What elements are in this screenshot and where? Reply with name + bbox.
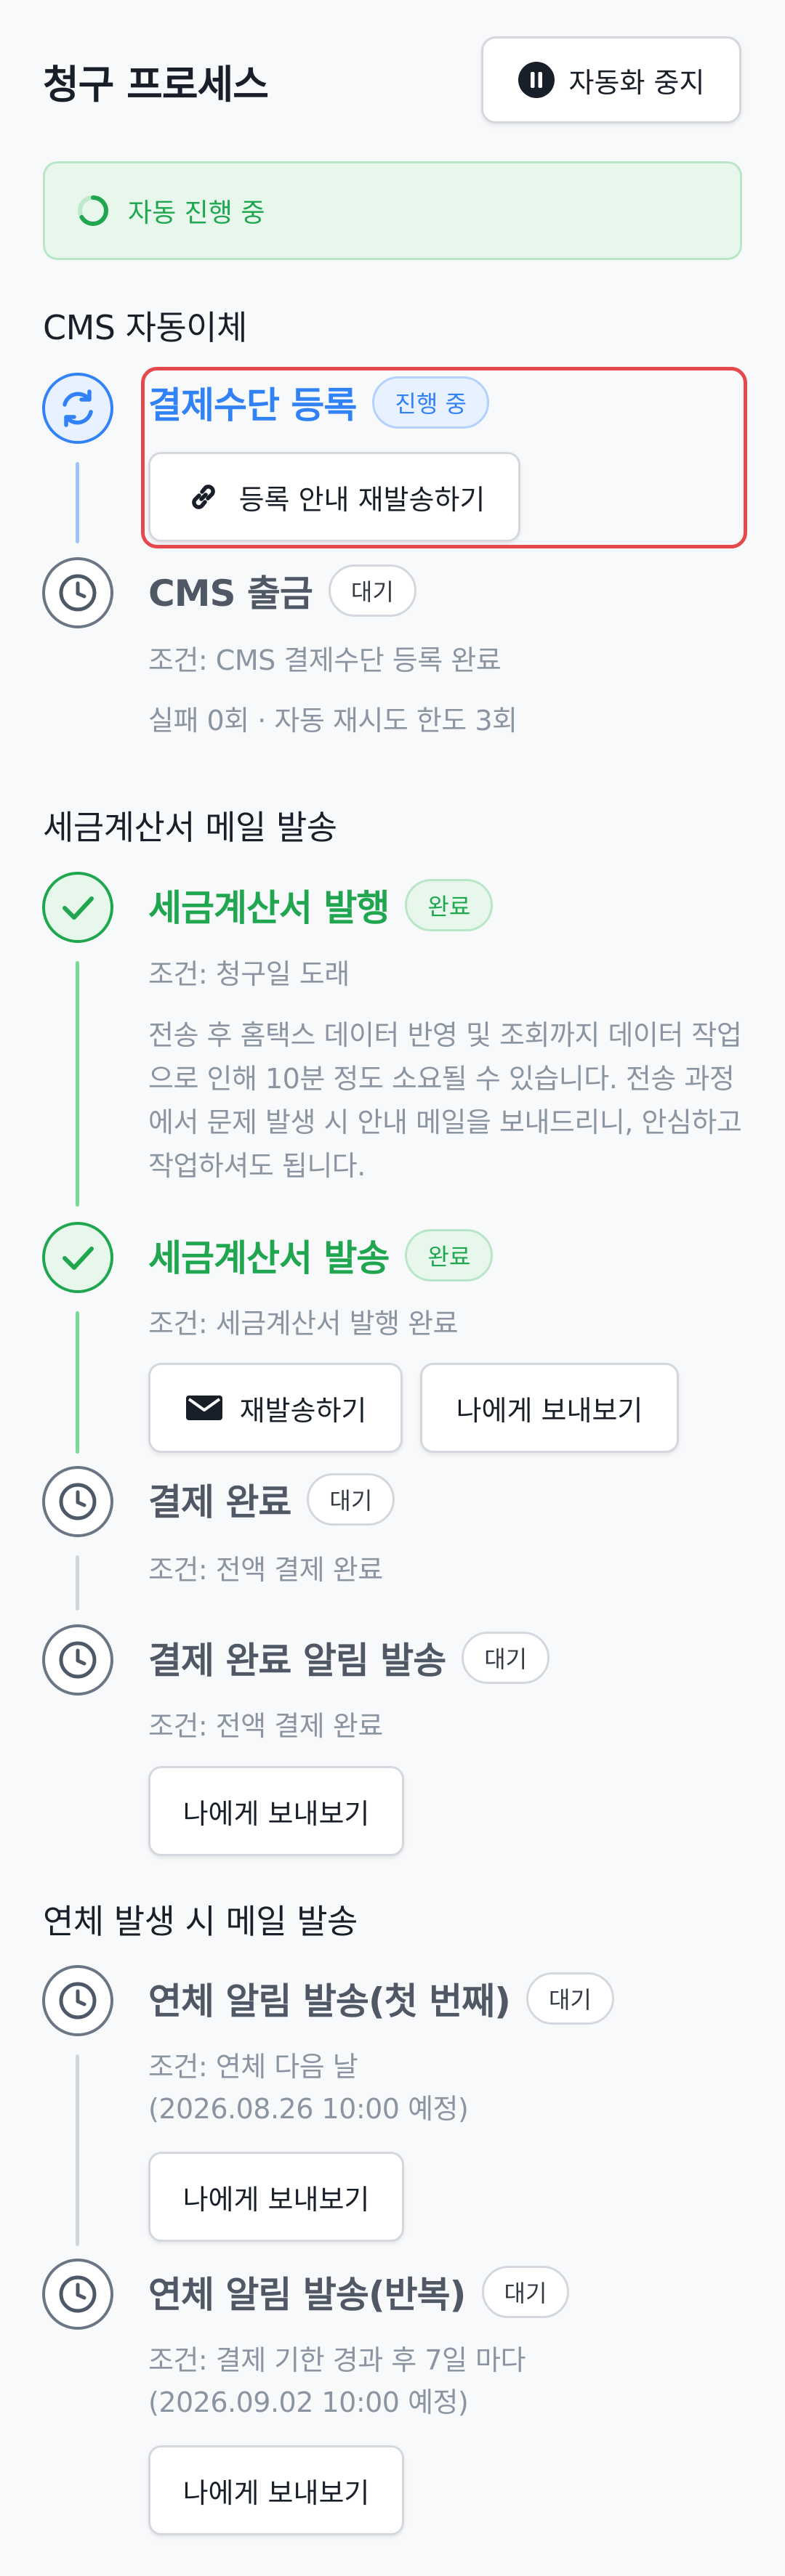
step-title: 연체 알림 발송(반복) — [148, 2274, 467, 2316]
status-banner: 자동 진행 중 — [43, 161, 742, 260]
section-title-cms: CMS 자동이체 — [43, 308, 247, 347]
spinner-icon — [78, 195, 108, 226]
step-title: 세금계산서 발행 — [148, 887, 390, 929]
step-payment-complete: 결제 완료 대기 — [148, 1470, 395, 1528]
status-badge-waiting: 대기 — [307, 1473, 395, 1526]
check-icon — [42, 872, 113, 943]
page-title: 청구 프로세스 — [43, 62, 269, 108]
step-connector — [76, 2054, 79, 2246]
step-tax-invoice-send: 세금계산서 발송 완료 — [148, 1226, 494, 1284]
send-to-me-button[interactable]: 나에게 보내보기 — [148, 2152, 404, 2242]
clock-icon — [42, 1965, 113, 2036]
step-condition: 조건: 전액 결제 완료 — [148, 1710, 383, 1742]
button-label: 나에게 보내보기 — [182, 1797, 370, 1830]
clock-icon — [42, 2259, 113, 2330]
step-connector — [76, 1555, 79, 1611]
section-title-overdue: 연체 발생 시 메일 발송 — [43, 1902, 358, 1941]
step-condition: 조건: 세금계산서 발행 완료 — [148, 1308, 459, 1340]
step-title: 결제 완료 알림 발송 — [148, 1640, 446, 1682]
send-to-me-button[interactable]: 나에게 보내보기 — [148, 2445, 404, 2535]
status-badge-complete: 완료 — [405, 1229, 494, 1281]
clock-icon — [42, 557, 113, 628]
step-retry-info: 실패 0회 · 자동 재시도 한도 3회 — [148, 705, 518, 737]
step-description: 전송 후 홈택스 데이터 반영 및 조회까지 데이터 작업으로 인해 10분 정… — [148, 1019, 742, 1182]
status-badge-waiting: 대기 — [462, 1632, 550, 1684]
step-overdue-notice-first: 연체 알림 발송(첫 번째) 대기 — [148, 1969, 614, 2028]
button-label: 재발송하기 — [239, 1394, 367, 1427]
step-condition: 조건: 결제 기한 경과 후 7일 마다 — [148, 2344, 526, 2376]
step-cms-withdrawal: CMS 출금 대기 — [148, 562, 416, 620]
step-payment-complete-notice: 결제 완료 알림 발송 대기 — [148, 1629, 550, 1687]
pause-automation-label: 자동화 중지 — [568, 66, 705, 99]
clock-icon — [42, 1624, 113, 1696]
clock-icon — [42, 1466, 113, 1537]
step-title: 연체 알림 발송(첫 번째) — [148, 1980, 511, 2022]
button-label: 나에게 보내보기 — [182, 2476, 370, 2509]
status-badge-waiting: 대기 — [526, 1972, 614, 2025]
step-scheduled-time: (2026.08.26 10:00 예정) — [148, 2093, 469, 2125]
step-condition: 조건: 연체 다음 날 — [148, 2051, 358, 2083]
pause-automation-button[interactable]: 자동화 중지 — [481, 36, 741, 123]
send-to-me-button[interactable]: 나에게 보내보기 — [148, 1766, 404, 1856]
step-title: CMS 출금 — [148, 572, 313, 615]
step-condition: 조건: 전액 결제 완료 — [148, 1554, 383, 1586]
resend-button[interactable]: 재발송하기 — [148, 1363, 403, 1453]
pause-icon — [518, 62, 555, 98]
mail-icon — [185, 1396, 222, 1420]
step-tax-invoice-issue: 세금계산서 발행 완료 — [148, 876, 494, 934]
step-connector — [76, 961, 79, 1207]
highlight-box — [141, 367, 747, 548]
step-title: 결제 완료 — [148, 1481, 291, 1523]
step-scheduled-time: (2026.09.02 10:00 예정) — [148, 2386, 469, 2418]
step-condition: 조건: 청구일 도래 — [148, 958, 350, 990]
step-condition: 조건: CMS 결제수단 등록 완료 — [148, 644, 502, 676]
status-label: 자동 진행 중 — [128, 198, 265, 228]
step-connector — [76, 462, 79, 543]
button-label: 나에게 보내보기 — [456, 1394, 643, 1427]
status-badge-waiting: 대기 — [328, 564, 416, 617]
button-label: 나에게 보내보기 — [182, 2183, 370, 2216]
check-icon — [42, 1222, 113, 1293]
section-title-tax-invoice: 세금계산서 메일 발송 — [43, 808, 337, 847]
send-to-me-button[interactable]: 나에게 보내보기 — [420, 1363, 679, 1453]
status-badge-waiting: 대기 — [481, 2266, 570, 2318]
step-title: 세금계산서 발송 — [148, 1237, 390, 1279]
status-badge-complete: 완료 — [405, 879, 494, 931]
step-connector — [76, 1311, 79, 1454]
refresh-icon — [42, 373, 113, 444]
step-overdue-notice-repeat: 연체 알림 발송(반복) 대기 — [148, 2263, 570, 2321]
